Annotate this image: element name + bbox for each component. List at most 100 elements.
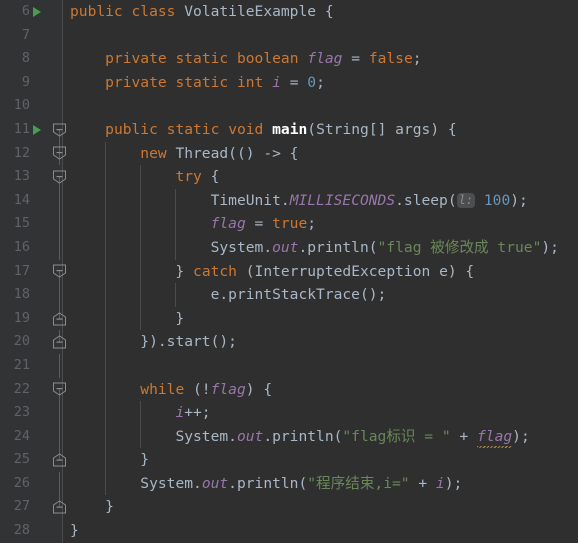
code-line[interactable]: 15 flag = true; (0, 212, 578, 236)
code-line[interactable]: 7 (0, 23, 578, 48)
token: } (70, 262, 185, 280)
code-line[interactable]: 17 } catch (InterruptedException e) { (0, 259, 578, 284)
gutter[interactable]: 15 (0, 212, 62, 236)
code-cell[interactable]: i++; (62, 401, 578, 425)
gutter[interactable]: 16 (0, 235, 62, 260)
line-number: 25 (13, 451, 30, 468)
code-cell[interactable]: } catch (InterruptedException e) { (62, 259, 578, 284)
fold-collapse-icon[interactable] (53, 123, 66, 137)
gutter[interactable]: 7 (0, 23, 62, 48)
fold-collapse-end-icon[interactable] (53, 312, 66, 326)
gutter[interactable]: 9 (0, 70, 62, 95)
code-line[interactable]: 19 } (0, 306, 578, 331)
code-cell[interactable]: } (62, 306, 578, 331)
code-line[interactable]: 13 try { (0, 165, 578, 189)
run-play-icon[interactable] (33, 6, 41, 17)
fold-rail (59, 424, 60, 449)
code-line[interactable]: 10 (0, 94, 578, 118)
code-line[interactable]: 23 i++; (0, 401, 578, 425)
code-cell[interactable]: try { (62, 165, 578, 189)
gutter[interactable]: 27 (0, 495, 66, 520)
fold-collapse-icon[interactable] (53, 382, 66, 396)
gutter[interactable]: 6 (0, 0, 62, 24)
code-line[interactable]: 28} (0, 519, 578, 543)
code-line[interactable]: 16 System.out.println("flag 被修改成 true"); (0, 235, 578, 260)
code-line[interactable]: 25 } (0, 448, 578, 472)
code-line[interactable]: 22 while (!flag) { (0, 377, 578, 402)
gutter[interactable]: 11 (0, 117, 66, 142)
code-cell[interactable] (62, 23, 578, 48)
code-line[interactable]: 14 TimeUnit.MILLISECONDS.sleep(l: 100); (0, 188, 578, 213)
gutter[interactable]: 28 (0, 519, 62, 543)
code-cell[interactable]: public class VolatileExample { (62, 0, 578, 24)
gutter[interactable]: 22 (0, 377, 66, 402)
code-cell[interactable]: private static int i = 0; (62, 70, 578, 95)
code-line[interactable]: 11 public static void main(String[] args… (0, 117, 578, 142)
code-cell[interactable]: System.out.println("flag 被修改成 true"); (62, 235, 578, 260)
gutter[interactable]: 20 (0, 330, 66, 354)
code-cell[interactable]: public static void main(String[] args) { (62, 117, 578, 142)
code-cell[interactable]: while (!flag) { (62, 377, 578, 402)
code-line[interactable]: 27 } (0, 495, 578, 520)
token: .println( (298, 238, 378, 256)
code-cell[interactable]: } (62, 448, 578, 472)
gutter[interactable]: 19 (0, 306, 66, 331)
fold-collapse-end-icon[interactable] (53, 453, 66, 467)
fold-collapse-icon[interactable] (53, 264, 66, 278)
token: static (175, 50, 229, 68)
code-line[interactable]: 26 System.out.println("程序结束,i=" + i); (0, 471, 578, 496)
fold-collapse-icon[interactable] (53, 146, 66, 160)
gutter[interactable]: 24 (0, 424, 62, 449)
code-cell[interactable] (62, 94, 578, 118)
fold-collapse-end-icon[interactable] (53, 335, 66, 349)
code-line[interactable]: 8 private static boolean flag = false; (0, 47, 578, 71)
token: String (316, 120, 369, 138)
code-line[interactable]: 12 new Thread(() -> { (0, 141, 578, 166)
token: private (105, 50, 167, 68)
code-cell[interactable]: e.printStackTrace(); (62, 283, 578, 307)
fold-collapse-end-icon[interactable] (53, 500, 66, 514)
gutter[interactable]: 23 (0, 401, 62, 425)
code-line[interactable]: 20 }).start(); (0, 330, 578, 354)
code-line[interactable]: 24 System.out.println("flag标识 = " + flag… (0, 424, 578, 449)
gutter[interactable]: 10 (0, 94, 62, 118)
token: true (272, 215, 308, 233)
gutter[interactable]: 8 (0, 47, 62, 71)
code-cell[interactable]: new Thread(() -> { (62, 141, 578, 166)
code-line[interactable]: 18 e.printStackTrace(); (0, 283, 578, 307)
gutter[interactable]: 14 (0, 188, 62, 213)
code-text: } (62, 495, 114, 519)
code-cell[interactable]: System.out.println("flag标识 = " + flag); (62, 424, 578, 449)
line-number: 24 (13, 427, 30, 444)
token: ) { (430, 120, 457, 138)
fold-collapse-icon[interactable] (53, 170, 66, 184)
token: . (263, 238, 273, 256)
code-line[interactable]: 21 (0, 353, 578, 378)
gutter[interactable]: 26 (0, 471, 62, 496)
code-cell[interactable]: } (62, 519, 578, 543)
code-line[interactable]: 9 private static int i = 0; (0, 70, 578, 95)
code-cell[interactable]: System.out.println("程序结束,i=" + i); (62, 471, 578, 496)
token: out (272, 238, 299, 256)
gutter[interactable]: 13 (0, 165, 66, 189)
token: while (140, 380, 185, 398)
code-cell[interactable]: }).start(); (62, 330, 578, 354)
code-cell[interactable]: } (62, 495, 578, 520)
code-cell[interactable]: TimeUnit.MILLISECONDS.sleep(l: 100); (62, 188, 578, 213)
code-cell[interactable]: flag = true; (62, 212, 578, 236)
code-cell[interactable]: private static boolean flag = false; (62, 47, 578, 71)
gutter[interactable]: 25 (0, 448, 66, 472)
gutter[interactable]: 17 (0, 259, 66, 284)
code-line[interactable]: 6 public class VolatileExample { (0, 0, 578, 24)
run-play-icon[interactable] (33, 124, 41, 135)
code-cell[interactable] (62, 353, 578, 378)
gutter[interactable]: 21 (0, 353, 62, 378)
token: private (105, 73, 167, 91)
gutter[interactable]: 12 (0, 141, 66, 166)
code-text: System.out.println("程序结束,i=" + i); (62, 472, 462, 496)
line-number: 8 (21, 50, 30, 67)
code-editor[interactable]: 6 public class VolatileExample {7 8 privat… (0, 0, 578, 543)
gutter[interactable]: 18 (0, 283, 62, 307)
